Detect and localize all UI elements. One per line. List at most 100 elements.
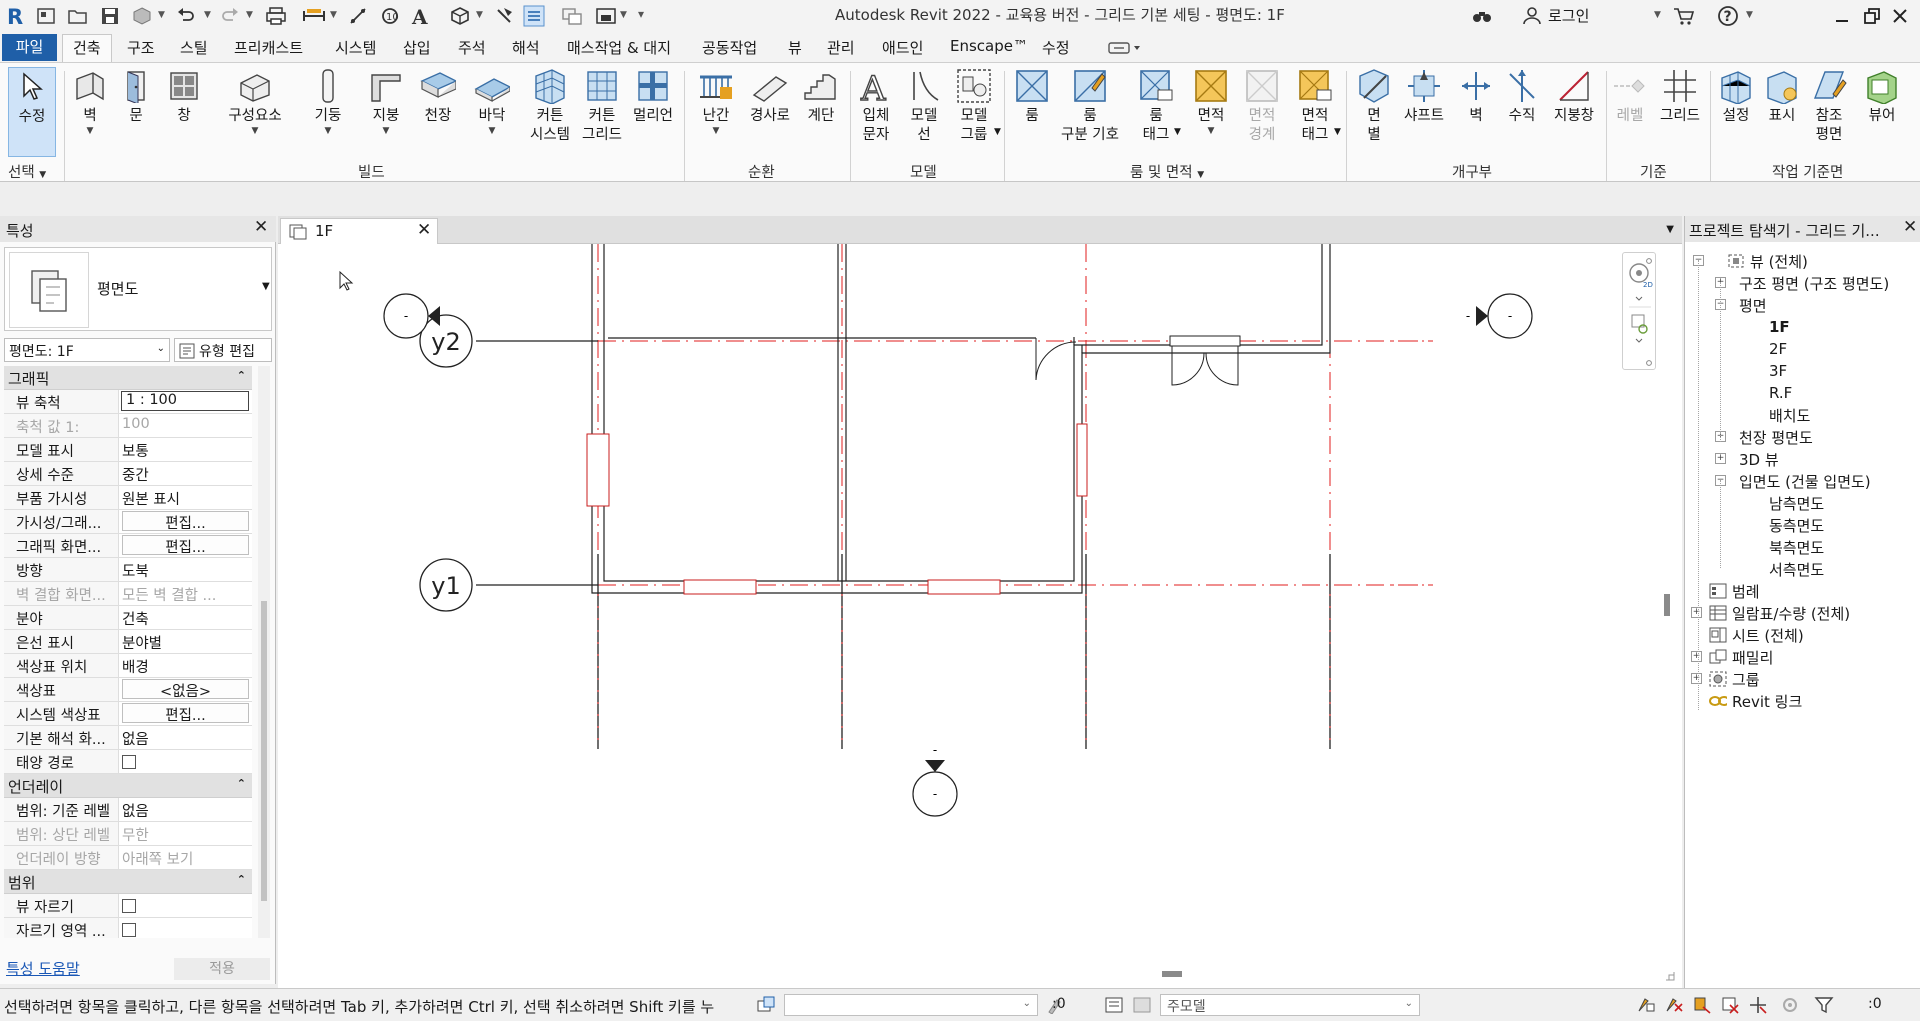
set-work-plane-button[interactable]: 설정 bbox=[1716, 67, 1756, 157]
mullion-button[interactable]: 멀리언 bbox=[630, 67, 676, 157]
viewer-button[interactable]: 뷰어 bbox=[1862, 67, 1902, 157]
property-edit-button[interactable]: 편집... bbox=[119, 510, 252, 533]
property-row[interactable]: 가시성/그래... 편집... bbox=[4, 510, 252, 534]
select-underlay-icon[interactable] bbox=[1664, 995, 1684, 1015]
property-row[interactable]: 축척 값 1: 100 bbox=[4, 414, 252, 438]
tab-architecture[interactable]: 건축 bbox=[62, 34, 112, 62]
property-row[interactable]: 범위: 상단 레벨 무한 bbox=[4, 822, 252, 846]
help-icon[interactable]: ? bbox=[1716, 4, 1740, 28]
text-icon[interactable]: A bbox=[408, 4, 432, 28]
scrollbar-thumb[interactable] bbox=[261, 601, 267, 901]
sync-central-icon[interactable] bbox=[130, 4, 154, 28]
ramp-button[interactable]: 경사로 bbox=[746, 67, 794, 157]
show-work-plane-button[interactable]: 표시 bbox=[1762, 67, 1802, 157]
edit-button[interactable]: 편집... bbox=[122, 535, 249, 556]
curtain-system-button[interactable]: 커튼 시스템 bbox=[524, 67, 576, 157]
browser-item-ceiling-plans[interactable]: 천장 평면도 bbox=[1739, 426, 1813, 448]
thin-lines-icon[interactable] bbox=[522, 4, 546, 28]
view-scale-field[interactable]: 1 : 100 bbox=[121, 391, 249, 411]
save-icon[interactable] bbox=[98, 4, 122, 28]
edit-button[interactable]: 편집... bbox=[122, 703, 249, 724]
login-dropdown-icon[interactable]: ▼ bbox=[1654, 10, 1661, 20]
main-model-dropdown[interactable]: 주모델 ⌄ bbox=[1160, 994, 1420, 1016]
category-graphics[interactable]: 그래픽 ⌃ bbox=[4, 366, 252, 390]
close-view-tab-icon[interactable]: ✕ bbox=[417, 220, 431, 240]
property-row[interactable]: 은선 표시 분야별 bbox=[4, 630, 252, 654]
browser-item-revit-links[interactable]: Revit 링크 bbox=[1709, 690, 1802, 712]
floor-button[interactable]: 바닥 ▼ bbox=[472, 67, 512, 157]
property-row[interactable]: 자르기 영역 ... bbox=[4, 918, 252, 938]
property-row[interactable]: 색상표 위치 배경 bbox=[4, 654, 252, 678]
property-row[interactable]: 뷰 자르기 bbox=[4, 894, 252, 918]
property-value[interactable]: 보통 bbox=[119, 438, 252, 461]
section-icon[interactable] bbox=[492, 4, 516, 28]
cart-icon[interactable] bbox=[1672, 4, 1696, 28]
instance-selector[interactable]: 평면도: 1F ⌄ bbox=[4, 338, 170, 362]
view-tab-1f[interactable]: 1F ✕ bbox=[280, 218, 438, 244]
tab-steel[interactable]: 스틸 bbox=[178, 37, 210, 61]
dormer-button[interactable]: 지붕창 bbox=[1546, 67, 1602, 157]
print-icon[interactable] bbox=[264, 4, 288, 28]
model-line-button[interactable]: 모델 선 bbox=[904, 67, 944, 157]
modify-button[interactable]: 수정 bbox=[8, 67, 56, 157]
browser-item-plan-2f[interactable]: 2F bbox=[1769, 338, 1787, 360]
grid-button[interactable]: 그리드 bbox=[1656, 67, 1704, 157]
undo-icon[interactable] bbox=[174, 4, 198, 28]
help-dropdown-icon[interactable]: ▼ bbox=[1746, 10, 1753, 20]
drag-on-selection-icon[interactable] bbox=[1748, 995, 1768, 1015]
area-tag-button[interactable]: 면적 태그 bbox=[1292, 67, 1338, 157]
home-icon[interactable] bbox=[34, 4, 58, 28]
select-links-icon[interactable] bbox=[1636, 995, 1656, 1015]
login-label[interactable]: 로그인 bbox=[1548, 5, 1589, 26]
redo-dropdown-icon[interactable]: ▼ bbox=[246, 10, 253, 20]
properties-close-icon[interactable]: ✕ bbox=[254, 217, 268, 237]
switch-windows-dropdown-icon[interactable]: ▼ bbox=[620, 10, 627, 20]
property-value[interactable]: 건축 bbox=[119, 606, 252, 629]
browser-item-site-plan[interactable]: 배치도 bbox=[1769, 404, 1810, 426]
stair-button[interactable]: 계단 bbox=[800, 67, 842, 157]
browser-item-elev-south[interactable]: 남측면도 bbox=[1769, 492, 1824, 514]
category-extents[interactable]: 범위 ⌃ bbox=[4, 870, 252, 894]
model-group-dropdown-icon[interactable]: ▼ bbox=[994, 127, 1001, 137]
undo-dropdown-icon[interactable]: ▼ bbox=[204, 10, 211, 20]
tab-enscape[interactable]: Enscape™ bbox=[948, 37, 1030, 61]
browser-item-plan-3f[interactable]: 3F bbox=[1769, 360, 1787, 382]
roof-button[interactable]: 지붕 ▼ bbox=[366, 67, 406, 157]
area-button[interactable]: 면적 ▼ bbox=[1190, 67, 1232, 157]
room-separator-button[interactable]: 룸 구분 기호 bbox=[1054, 67, 1126, 157]
type-dropdown-icon[interactable]: ▼ bbox=[262, 281, 270, 292]
property-edit-button[interactable]: 편집... bbox=[119, 534, 252, 557]
property-checkbox[interactable] bbox=[122, 923, 136, 937]
active-design-option-icon[interactable] bbox=[1132, 995, 1152, 1015]
design-options-icon[interactable] bbox=[1104, 995, 1124, 1015]
shaft-button[interactable]: 샤프트 bbox=[1398, 67, 1450, 157]
curtain-grid-button[interactable]: 커튼 그리드 bbox=[580, 67, 624, 157]
property-row[interactable]: 기본 해석 화... 없음 bbox=[4, 726, 252, 750]
default-3d-view-icon[interactable] bbox=[448, 4, 472, 28]
property-checkbox-cell[interactable] bbox=[119, 894, 252, 917]
properties-help-link[interactable]: 특성 도움말 bbox=[6, 958, 80, 979]
expand-toggle-icon[interactable]: + bbox=[1691, 651, 1702, 662]
browser-item-structural-plans[interactable]: 구조 평면 (구조 평면도) bbox=[1739, 272, 1889, 294]
worksharing-icon[interactable] bbox=[756, 995, 776, 1015]
tab-add-ins[interactable]: 애드인 bbox=[880, 37, 925, 61]
measure-icon[interactable] bbox=[302, 4, 326, 28]
browser-item-legends[interactable]: 범례 bbox=[1709, 580, 1760, 602]
project-browser-close-icon[interactable]: ✕ bbox=[1903, 217, 1917, 237]
tag-icon[interactable]: 10 bbox=[378, 4, 402, 28]
property-row[interactable]: 태양 경로 bbox=[4, 750, 252, 774]
property-row[interactable]: 뷰 축척 1 : 100 bbox=[4, 390, 252, 414]
view-tabs-dropdown-icon[interactable]: ▼ bbox=[1666, 224, 1674, 235]
browser-item-elev-east[interactable]: 동측면도 bbox=[1769, 514, 1824, 536]
type-selector[interactable]: 평면도 ▼ bbox=[4, 247, 272, 331]
window-button[interactable]: 창 bbox=[166, 67, 202, 157]
property-value[interactable]: 분야별 bbox=[119, 630, 252, 653]
close-hidden-windows-icon[interactable] bbox=[560, 4, 584, 28]
property-checkbox[interactable] bbox=[122, 755, 136, 769]
filter-icon[interactable] bbox=[1814, 995, 1834, 1015]
opening-wall-button[interactable]: 벽 bbox=[1456, 67, 1496, 157]
tab-manage[interactable]: 관리 bbox=[825, 37, 857, 61]
tab-modify[interactable]: 수정 bbox=[1040, 37, 1072, 61]
revit-logo-icon[interactable]: R bbox=[4, 4, 28, 28]
room-button[interactable]: 룸 bbox=[1010, 67, 1054, 157]
